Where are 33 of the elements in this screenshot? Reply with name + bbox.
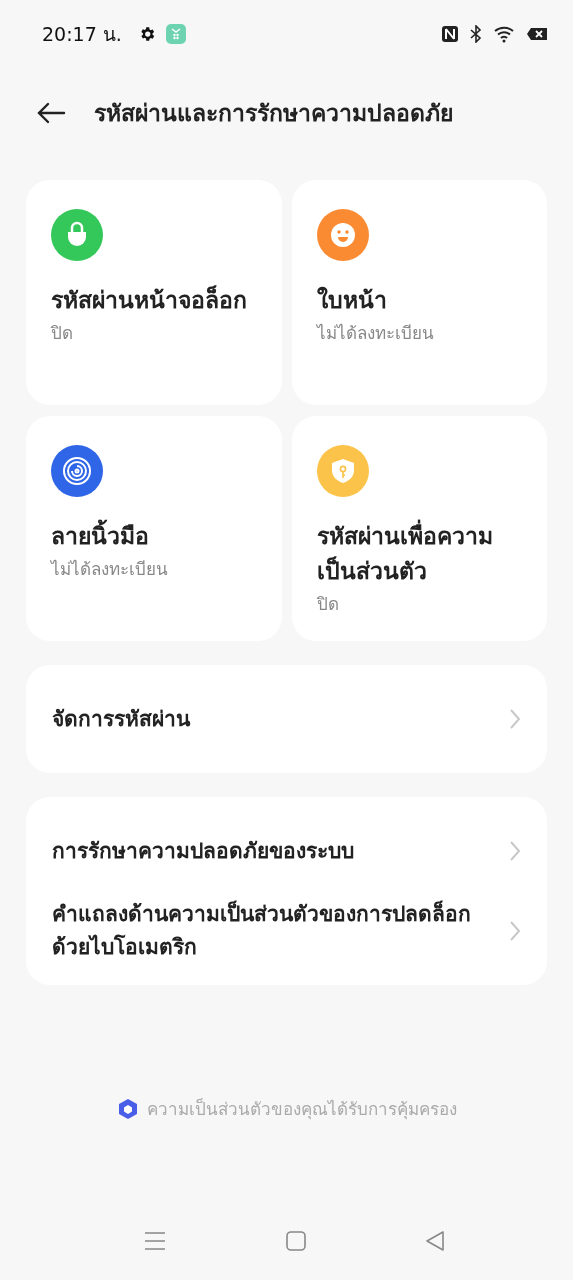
status-time: 20:17 น.	[42, 22, 122, 47]
tile-title: ลายนิ้วมือ	[51, 519, 149, 554]
chevron-icon	[509, 920, 521, 942]
tile-status: ปิด	[317, 593, 339, 616]
shield-icon	[116, 1097, 139, 1120]
security-tile[interactable]: ใบหน้า ไม่ได้ลงทะเบียน	[292, 180, 547, 405]
tile-status: ไม่ได้ลงทะเบียน	[317, 322, 434, 345]
chevron-icon	[509, 708, 521, 730]
back-icon[interactable]	[36, 102, 66, 124]
settings-row[interactable]: คำแถลงด้านความเป็นส่วนตัวของการปลดล็อกด้วยไบโอเมตริก	[26, 891, 547, 971]
nfc-icon	[441, 25, 459, 43]
settings-row[interactable]: จัดการรหัสผ่าน	[26, 679, 547, 759]
menu-icon[interactable]	[144, 1231, 166, 1251]
chevron-icon	[509, 840, 521, 862]
back-nav-icon[interactable]	[425, 1231, 445, 1251]
row-label: จัดการรหัสผ่าน	[52, 705, 192, 733]
bluetooth-icon	[469, 25, 483, 43]
tile-status: ปิด	[51, 322, 73, 345]
tile-title: รหัสผ่านหน้าจอล็อก	[51, 284, 247, 315]
row-label: คำแถลงด้านความเป็นส่วนตัวของการปลดล็อกด้วยไบโอเมตริก	[52, 899, 472, 961]
settings-row[interactable]: การรักษาความปลอดภัยของระบบ	[26, 811, 547, 891]
page-title: รหัสผ่านและการรักษาความปลอดภัย	[94, 99, 453, 128]
security-tile[interactable]: ลายนิ้วมือ ไม่ได้ลงทะเบียน	[26, 416, 282, 641]
tile-status: ไม่ได้ลงทะเบียน	[51, 558, 168, 581]
privacy-note: ความเป็นส่วนตัวของคุณได้รับการคุ้มครอง	[146, 1097, 457, 1122]
tile-title: รหัสผ่านเพื่อความเป็นส่วนตัว	[317, 519, 523, 589]
app-icon	[165, 24, 186, 44]
home-icon[interactable]	[285, 1231, 306, 1251]
security-tile[interactable]: รหัสผ่านเพื่อความเป็นส่วนตัว ปิด	[292, 416, 547, 641]
security-tile[interactable]: รหัสผ่านหน้าจอล็อก ปิด	[26, 180, 282, 405]
battery-icon	[527, 26, 549, 42]
tile-title: ใบหน้า	[317, 285, 387, 315]
row-label: การรักษาความปลอดภัยของระบบ	[52, 837, 355, 865]
